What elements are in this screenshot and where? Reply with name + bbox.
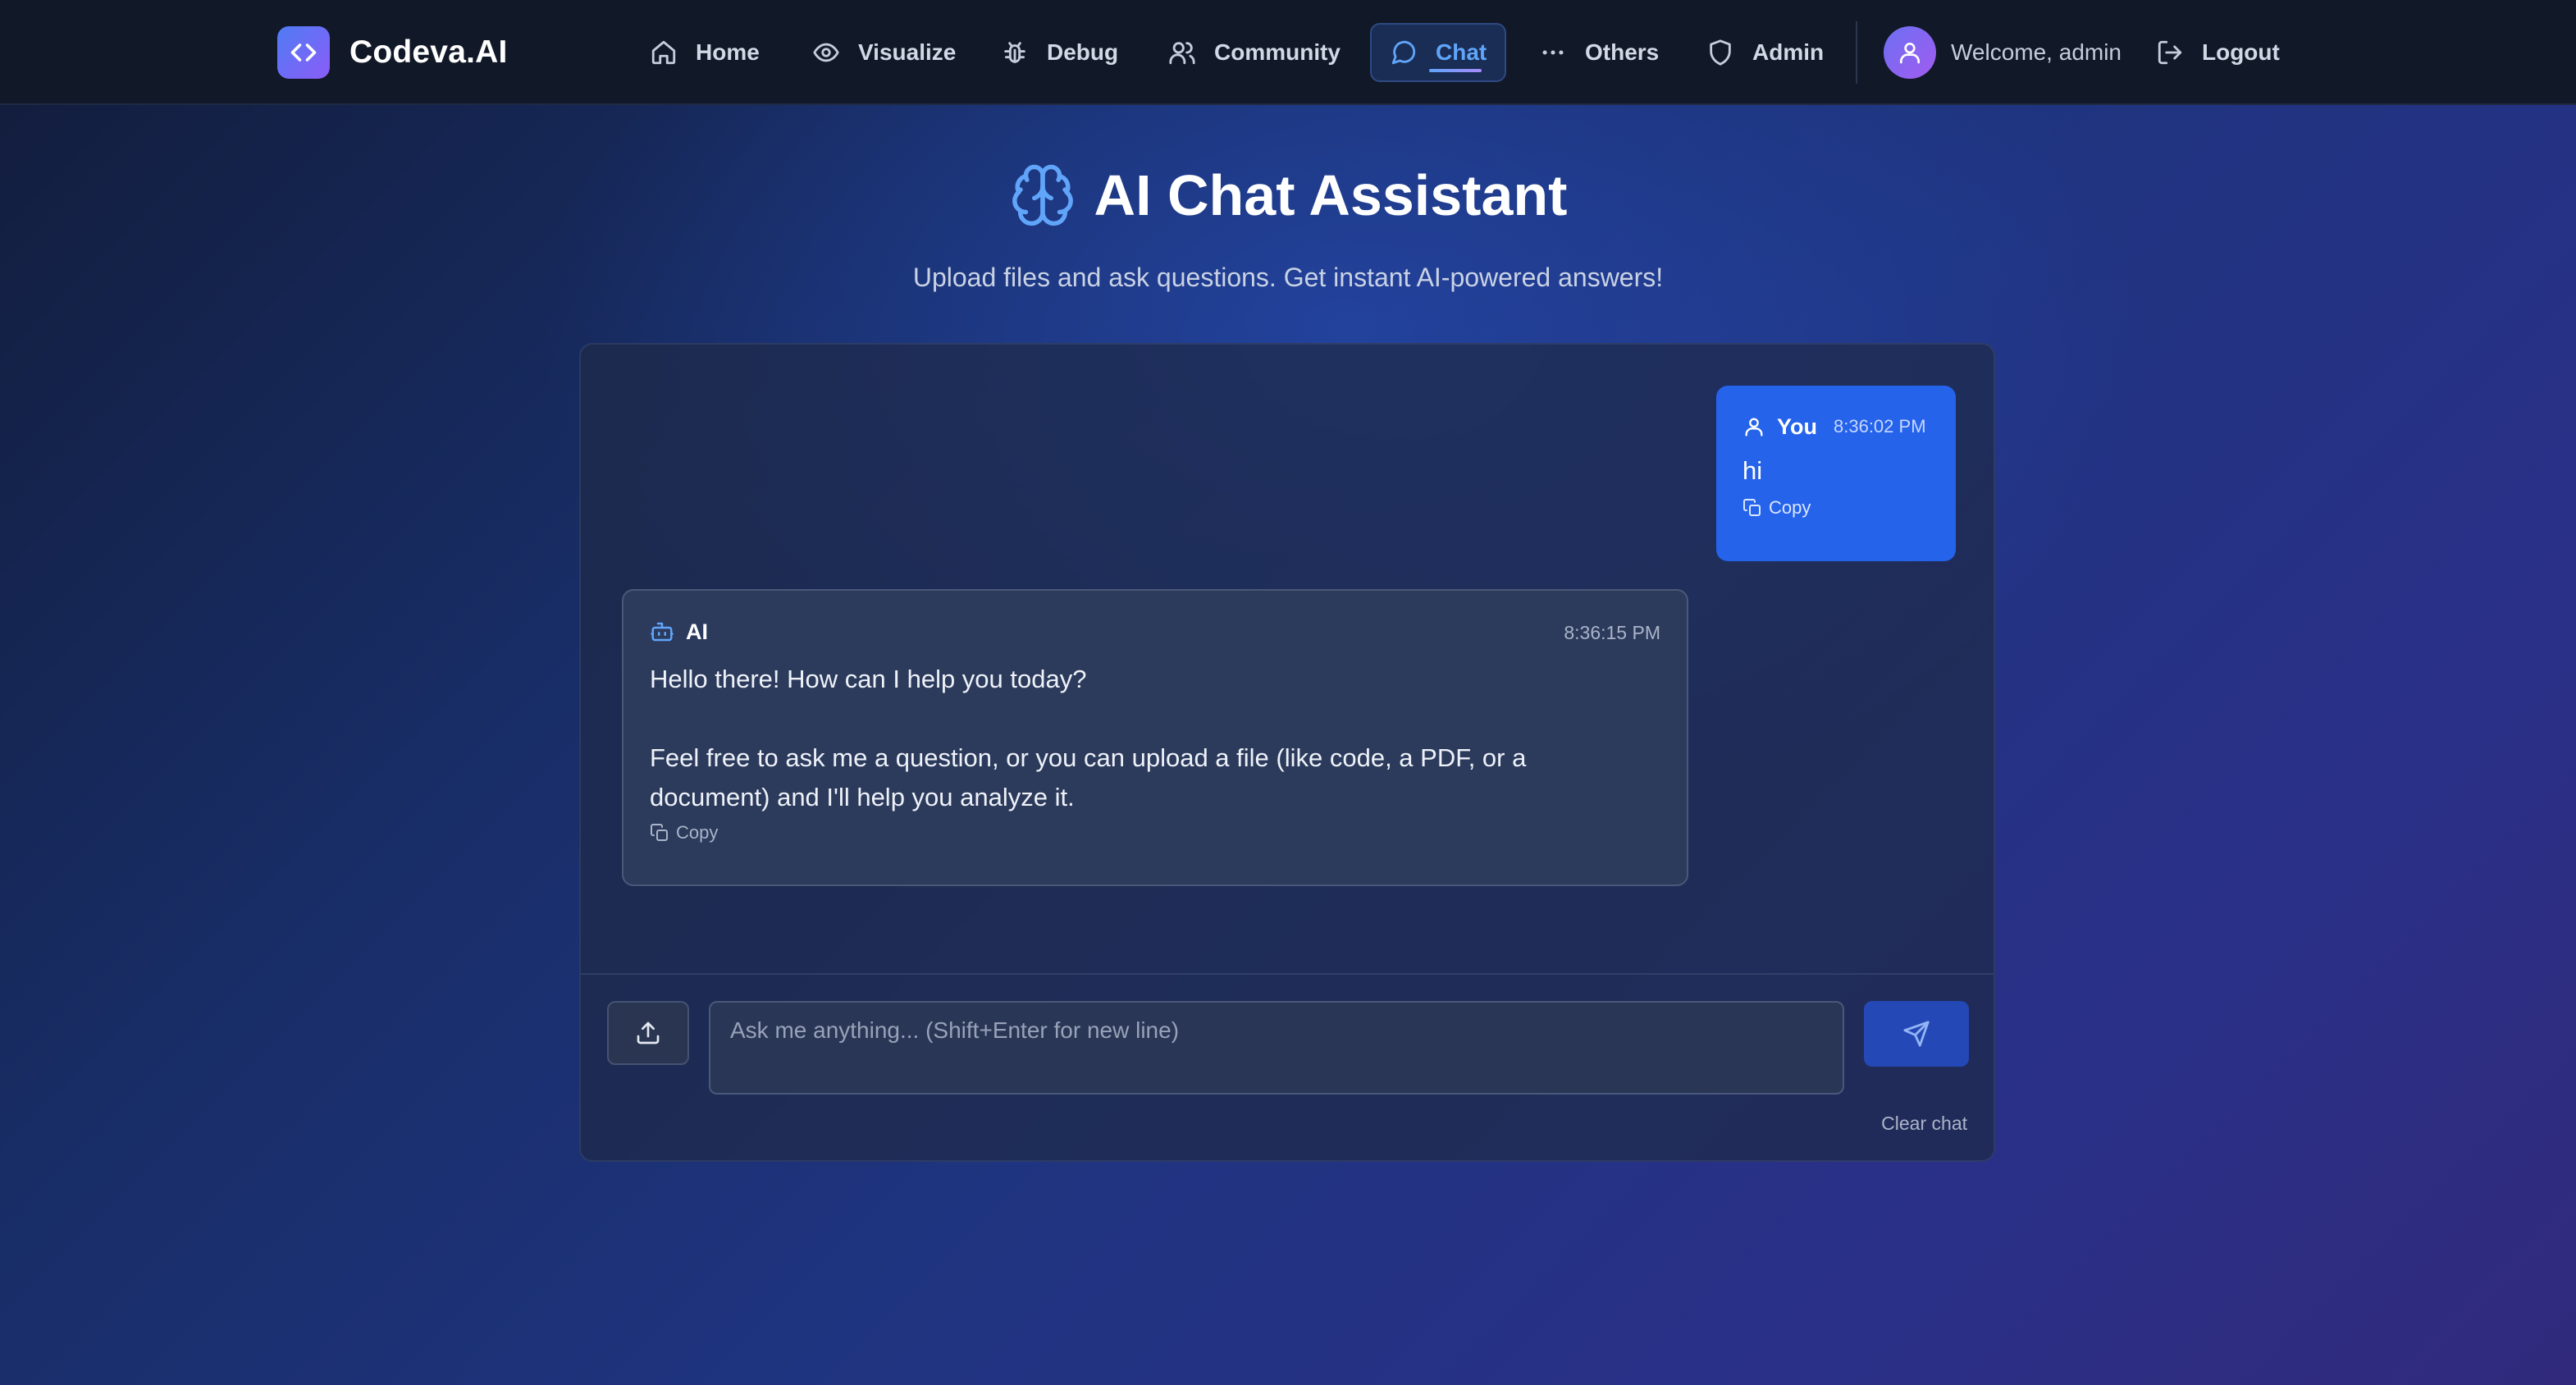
ai-message: AI 8:36:15 PM Hello there! How can I hel… [622,589,1688,886]
chat-panel: You 8:36:02 PM hi Copy AI 8:36:15 PM Hel… [579,343,1995,1162]
user-icon [1900,43,1920,64]
copy-icon [650,823,669,843]
nav-item-label: Admin [1752,39,1825,65]
nav-item-visualize[interactable]: Visualize [812,23,956,82]
upload-icon [635,1020,661,1046]
nav-item-admin[interactable]: Admin [1706,23,1824,82]
nav-item-home[interactable]: Home [650,23,760,82]
nav-item-label: Community [1214,39,1341,65]
shield-icon [1706,39,1734,66]
upload-file-button[interactable] [607,1001,689,1065]
brand-name: Codeva.AI [349,34,508,70]
user-icon [1742,415,1765,438]
copy-label: Copy [676,822,719,843]
message-text: hi [1742,456,1763,485]
eye-icon [812,39,840,66]
nav-item-debug[interactable]: Debug [1001,23,1118,82]
message-circle-icon [1390,39,1418,66]
page-header: AI Chat Assistant Upload files and ask q… [0,156,2576,293]
copy-button[interactable]: Copy [1742,497,1811,519]
send-icon [1902,1020,1930,1048]
user-message: You 8:36:02 PM hi Copy [1716,386,1956,561]
nav-item-label: Chat [1436,39,1487,65]
active-tab-indicator [1429,69,1482,72]
users-icon [1168,39,1196,66]
message-timestamp: 8:36:15 PM [1564,622,1660,643]
nav-item-label: Home [696,39,760,65]
copy-icon [1742,498,1762,518]
message-author: AI [686,619,708,644]
message-timestamp: 8:36:02 PM [1834,416,1926,437]
welcome-text: Welcome, admin [1951,39,2122,65]
top-navbar: Codeva.AI Home Visualize Debug Community… [0,0,2576,105]
bot-icon [650,619,674,644]
copy-button[interactable]: Copy [650,822,718,843]
message-author: You [1777,414,1817,439]
nav-item-community[interactable]: Community [1168,23,1341,82]
brand[interactable]: Codeva.AI [277,26,508,79]
clear-chat-button[interactable]: Clear chat [1881,1113,1967,1135]
bug-icon [1001,39,1029,66]
brain-icon [1009,162,1076,229]
copy-label: Copy [1769,497,1811,518]
nav-item-label: Others [1585,39,1660,65]
avatar[interactable] [1884,26,1936,79]
composer-divider [581,973,1994,975]
home-icon [650,39,678,66]
nav-divider [1856,21,1857,84]
user-menu[interactable]: Welcome, admin [1884,26,2122,79]
code-brackets-icon [277,26,330,79]
page-title: AI Chat Assistant [1094,163,1568,227]
page-subtitle: Upload files and ask questions. Get inst… [912,263,1664,292]
nav-item-label: Debug [1047,39,1119,65]
chat-input[interactable] [709,1001,1844,1095]
logout-button[interactable]: Logout [2156,23,2280,82]
logout-icon [2156,39,2184,66]
send-button[interactable] [1864,1001,1969,1067]
more-horizontal-icon [1539,39,1567,66]
nav-item-label: Visualize [858,39,957,65]
nav-item-others[interactable]: Others [1539,23,1659,82]
logout-label: Logout [2202,39,2280,65]
message-text: Hello there! How can I help you today? F… [650,665,1527,811]
nav-item-chat[interactable]: Chat [1370,23,1507,82]
